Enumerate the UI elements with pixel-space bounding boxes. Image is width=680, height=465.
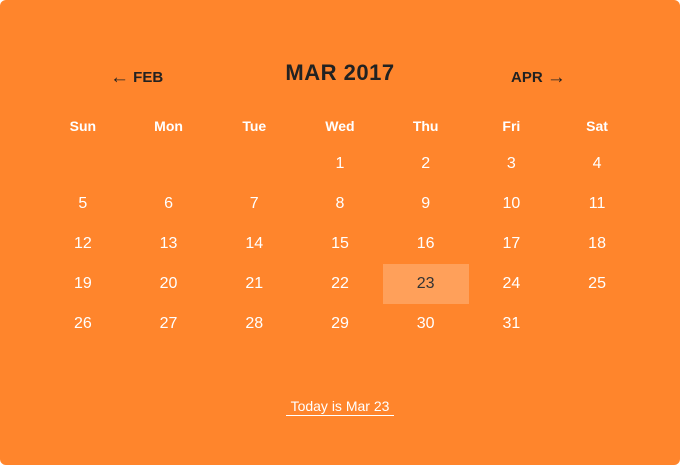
day-cell[interactable]: 25: [554, 264, 640, 304]
week-row: 26 27 28 29 30 31: [40, 304, 640, 344]
day-cell[interactable]: 7: [211, 184, 297, 224]
weekday-label: Sat: [586, 118, 608, 134]
empty-day-cell: [40, 144, 126, 184]
week-row: 19 20 21 22 23 24 25: [40, 264, 640, 304]
empty-day-cell: [211, 144, 297, 184]
day-cell[interactable]: 10: [469, 184, 555, 224]
day-cell[interactable]: 16: [383, 224, 469, 264]
day-cell[interactable]: 18: [554, 224, 640, 264]
weekday-header-row: Sun Mon Tue Wed Thu Fri Sat: [40, 108, 640, 144]
today-link[interactable]: Today is Mar 23: [285, 398, 395, 416]
weekday-label: Tue: [242, 118, 267, 134]
day-cell[interactable]: 6: [126, 184, 212, 224]
empty-day-cell: [126, 144, 212, 184]
day-cell[interactable]: 19: [40, 264, 126, 304]
calendar-footer: Today is Mar 23: [0, 398, 680, 416]
day-cell[interactable]: 20: [126, 264, 212, 304]
month-year-title: MAR 2017: [285, 60, 395, 85]
next-month-button[interactable]: APR →: [511, 66, 566, 88]
day-cell[interactable]: 30: [383, 304, 469, 344]
day-cell[interactable]: 15: [297, 224, 383, 264]
day-cell[interactable]: 22: [297, 264, 383, 304]
day-cell[interactable]: 9: [383, 184, 469, 224]
day-cell[interactable]: 8: [297, 184, 383, 224]
day-cell-today[interactable]: 23: [382, 264, 469, 304]
day-cell[interactable]: 5: [40, 184, 126, 224]
day-cell[interactable]: 24: [469, 264, 555, 304]
weekday-label: Wed: [325, 118, 355, 134]
calendar-header: ← FEB MAR 2017 APR →: [0, 58, 680, 92]
day-cell[interactable]: 13: [126, 224, 212, 264]
week-row: 12 13 14 15 16 17 18: [40, 224, 640, 264]
day-cell[interactable]: 17: [469, 224, 555, 264]
day-cell[interactable]: 27: [126, 304, 212, 344]
weekday-label: Fri: [502, 118, 521, 134]
day-cell[interactable]: 11: [554, 184, 640, 224]
day-cell[interactable]: 14: [211, 224, 297, 264]
week-row: 1234: [40, 144, 640, 184]
day-cell[interactable]: 1: [297, 144, 383, 184]
day-cell[interactable]: 2: [383, 144, 469, 184]
day-cell[interactable]: 31: [469, 304, 555, 344]
day-cell[interactable]: 3: [469, 144, 555, 184]
day-cell[interactable]: 4: [554, 144, 640, 184]
calendar-widget: ← FEB MAR 2017 APR → Sun Mon Tue Wed Thu Fri S…: [0, 0, 680, 465]
empty-day-cell: [554, 304, 640, 344]
week-row: 5 6 7 8 9 10 11: [40, 184, 640, 224]
weekday-label: Thu: [412, 118, 439, 134]
next-month-label: APR: [511, 69, 543, 86]
arrow-right-icon: →: [546, 67, 566, 88]
day-cell[interactable]: 29: [297, 304, 383, 344]
day-cell[interactable]: 12: [40, 224, 126, 264]
day-cell[interactable]: 28: [211, 304, 297, 344]
day-cell[interactable]: 21: [211, 264, 297, 304]
weekday-label: Sun: [69, 118, 97, 134]
day-cell[interactable]: 26: [40, 304, 126, 344]
weekday-label: Mon: [154, 118, 183, 134]
calendar-grid: Sun Mon Tue Wed Thu Fri Sat 1 2 3 4 5 6 7 8 9 10 11 12 13 1…: [40, 108, 640, 344]
